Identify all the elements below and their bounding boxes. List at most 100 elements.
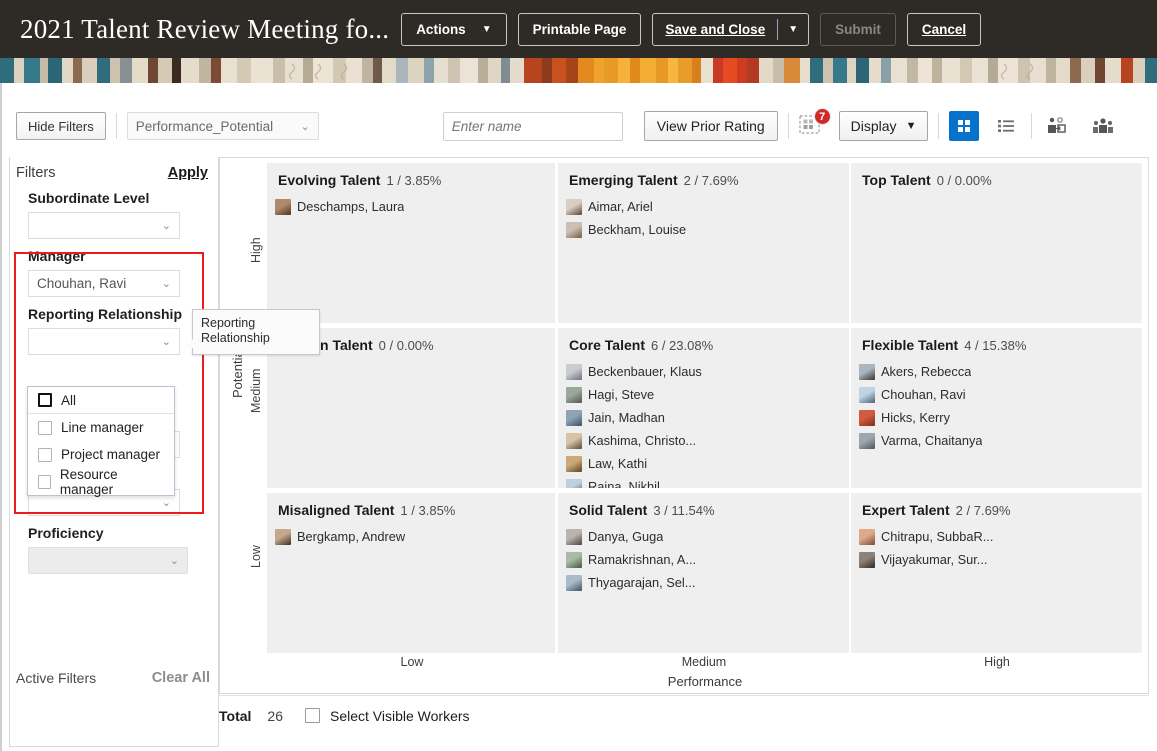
list-view-button[interactable] xyxy=(991,111,1021,141)
worker-name: Chitrapu, SubbaR... xyxy=(881,529,994,544)
manager-label: Manager xyxy=(28,248,86,264)
select-visible-workers-checkbox[interactable] xyxy=(304,708,320,723)
clear-all-button[interactable]: Clear All xyxy=(152,670,210,686)
dropdown-option-resource-manager[interactable]: Resource manager xyxy=(28,466,174,497)
matrix-cell-title: Misaligned Talent xyxy=(278,502,395,518)
cancel-button[interactable]: Cancel xyxy=(906,12,982,46)
matrix-cell-people: Deschamps, Laura xyxy=(275,195,555,218)
chevron-down-icon[interactable]: ▼ xyxy=(778,14,808,45)
matrix-cell[interactable]: Emerging Talent 2 / 7.69% Aimar, Ariel Beck… xyxy=(558,163,849,323)
worker-name: Bergkamp, Andrew xyxy=(297,529,406,544)
proficiency-select[interactable]: ⌄ xyxy=(28,547,188,574)
matrix-cell[interactable]: Misaligned Talent 1 / 3.85% Bergkamp, Andr… xyxy=(267,493,555,653)
matrix-cell[interactable]: Core Talent 6 / 23.08% Beckenbauer, Klaus H… xyxy=(558,328,849,488)
submit-button[interactable]: Submit xyxy=(820,12,896,46)
avatar xyxy=(566,363,582,380)
save-and-close-button[interactable]: Save and Close ▼ xyxy=(652,12,810,46)
dropdown-option-line-manager[interactable]: Line manager xyxy=(28,414,174,441)
worker-chip[interactable]: Raina, Nikhil xyxy=(566,475,712,488)
cancel-button-label: Cancel xyxy=(921,21,967,37)
worker-name: Vijayakumar, Sur... xyxy=(881,552,988,567)
worker-chip[interactable]: Hicks, Kerry xyxy=(859,406,1005,429)
worker-name: Ramakrishnan, A... xyxy=(588,552,697,567)
search-input[interactable] xyxy=(442,111,623,141)
worker-chip[interactable]: Aimar, Ariel xyxy=(566,195,712,218)
x-axis-tick-high: High xyxy=(984,655,1010,669)
total-value: 26 xyxy=(267,707,283,724)
chevron-down-icon: ▼ xyxy=(905,120,917,132)
worker-chip[interactable]: Kashima, Christo... xyxy=(566,429,712,452)
calculator-icon[interactable]: 7 xyxy=(799,108,831,139)
chevron-down-icon: ⌄ xyxy=(161,220,171,232)
checkbox-icon[interactable] xyxy=(38,474,51,489)
toolbar-divider xyxy=(115,113,117,139)
reporting-relationship-dropdown[interactable]: All Line manager Project manager Resourc… xyxy=(27,386,175,497)
matrix-cell[interactable]: Flexible Talent 4 / 15.38% Akers, Rebecca C… xyxy=(851,328,1142,488)
worker-chip[interactable]: Danya, Guga xyxy=(566,525,712,548)
reporting-relationship-select[interactable]: ⌄ xyxy=(28,328,180,355)
avatar xyxy=(275,528,291,545)
x-axis-title: Performance xyxy=(667,674,743,689)
matrix-cell[interactable]: Evolving Talent 1 / 3.85% Deschamps, Laura xyxy=(267,163,555,323)
avatar xyxy=(566,198,582,215)
display-button-label: Display xyxy=(850,118,897,134)
matrix-cell-count: 1 / 3.85% xyxy=(386,173,442,188)
worker-chip[interactable]: Bergkamp, Andrew xyxy=(275,525,421,548)
submit-button-label: Submit xyxy=(835,21,881,37)
matrix-cell-title: Flexible Talent xyxy=(862,337,959,353)
worker-chip[interactable]: Chouhan, Ravi xyxy=(859,383,1005,406)
checkbox-icon[interactable] xyxy=(38,447,52,462)
worker-name: Beckenbauer, Klaus xyxy=(588,364,702,379)
avatar xyxy=(566,409,582,426)
apply-filters-button[interactable]: Apply xyxy=(168,165,208,181)
worker-chip[interactable]: Hagi, Steve xyxy=(566,383,712,406)
manager-select[interactable]: Chouhan, Ravi ⌄ xyxy=(28,270,180,297)
save-and-close-button-label: Save and Close xyxy=(665,21,766,37)
hide-filters-label: Hide Filters xyxy=(28,118,94,134)
display-button[interactable]: Display ▼ xyxy=(838,111,929,141)
template-select[interactable]: Performance_Potential ⌄ xyxy=(126,112,319,140)
dropdown-option-all[interactable]: All xyxy=(28,387,174,414)
avatar xyxy=(566,551,582,568)
org-chart-button[interactable] xyxy=(1042,111,1072,141)
checkbox-icon[interactable] xyxy=(38,420,52,435)
matrix-cell[interactable]: Expert Talent 2 / 7.69% Chitrapu, SubbaR..… xyxy=(851,493,1142,653)
org-chart-icon xyxy=(1048,117,1067,133)
reporting-relationship-tooltip: Reporting Relationship xyxy=(184,309,320,355)
filters-header: Filters Apply xyxy=(10,157,218,181)
toolbar-divider xyxy=(938,113,940,139)
matrix-cell[interactable]: Top Talent 0 / 0.00% xyxy=(851,163,1142,323)
worker-chip[interactable]: Law, Kathi xyxy=(566,452,712,475)
view-prior-rating-button[interactable]: View Prior Rating xyxy=(643,111,778,141)
worker-chip[interactable]: Vijayakumar, Sur... xyxy=(859,548,1005,571)
checkbox-icon[interactable] xyxy=(38,393,52,407)
worker-chip[interactable]: Beckham, Louise xyxy=(566,218,712,241)
worker-name: Raina, Nikhil xyxy=(588,479,660,488)
printable-page-button[interactable]: Printable Page xyxy=(517,12,642,46)
matrix-cell-count: 2 / 7.69% xyxy=(683,173,739,188)
grid-view-button[interactable] xyxy=(949,111,980,141)
manager-value: Chouhan, Ravi xyxy=(37,276,127,291)
team-button[interactable] xyxy=(1088,111,1118,141)
grid-view-icon xyxy=(958,120,971,132)
worker-name: Chouhan, Ravi xyxy=(881,387,966,402)
worker-chip[interactable]: Thyagarajan, Sel... xyxy=(566,571,712,594)
worker-chip[interactable]: Beckenbauer, Klaus xyxy=(566,360,712,383)
hide-filters-button[interactable]: Hide Filters xyxy=(16,112,106,140)
matrix-cell-count: 0 / 0.00% xyxy=(378,338,434,353)
avatar xyxy=(566,432,582,449)
worker-chip[interactable]: Akers, Rebecca xyxy=(859,360,1005,383)
dropdown-option-label: Resource manager xyxy=(59,466,118,497)
worker-chip[interactable]: Jain, Madhan xyxy=(566,406,712,429)
matrix-cell[interactable]: Solid Talent 3 / 11.54% Danya, Guga Ramakri… xyxy=(558,493,849,653)
toolbar-divider xyxy=(787,113,789,139)
chevron-down-icon: ⌄ xyxy=(161,336,171,348)
worker-chip[interactable]: Deschamps, Laura xyxy=(275,195,421,218)
chevron-down-icon: ⌄ xyxy=(161,278,171,290)
subordinate-level-select[interactable]: ⌄ xyxy=(28,212,180,239)
actions-button[interactable]: Actions ▼ xyxy=(401,12,507,46)
worker-chip[interactable]: Varma, Chaitanya xyxy=(859,429,1005,452)
dropdown-option-project-manager[interactable]: Project manager xyxy=(28,441,174,468)
worker-chip[interactable]: Ramakrishnan, A... xyxy=(566,548,712,571)
worker-chip[interactable]: Chitrapu, SubbaR... xyxy=(859,525,1005,548)
